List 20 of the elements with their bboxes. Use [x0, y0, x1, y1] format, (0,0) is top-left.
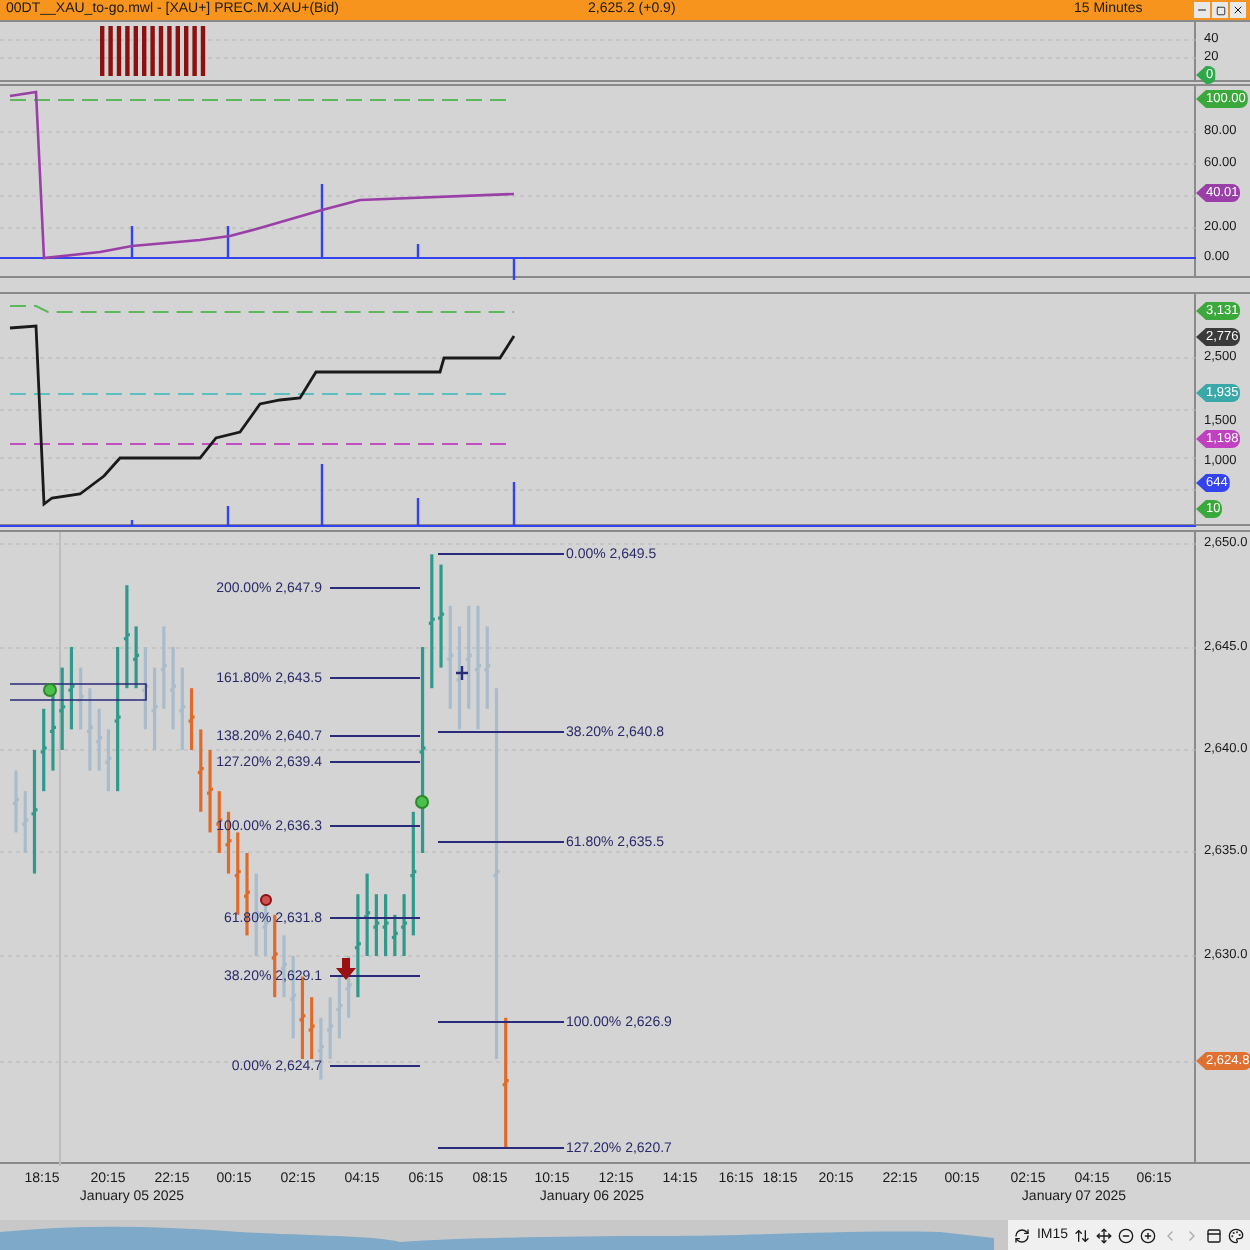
signal-dot-icon — [415, 795, 429, 809]
minimize-button[interactable] — [1194, 2, 1210, 18]
cross-icon — [454, 664, 470, 682]
restore-icon — [1215, 5, 1225, 15]
panel-icon[interactable] — [1206, 1227, 1222, 1243]
vertical-scale-icon[interactable] — [1074, 1227, 1090, 1243]
restore-button[interactable] — [1212, 2, 1228, 18]
signal-dot-icon — [43, 683, 57, 697]
refresh-icon[interactable] — [1014, 1227, 1031, 1243]
minimize-icon — [1196, 4, 1208, 16]
signal-dot-icon — [260, 894, 272, 906]
histogram-bars-drawing — [100, 26, 206, 76]
range-box-drawing — [9, 683, 147, 701]
close-button[interactable] — [1230, 2, 1246, 18]
zoom-in-icon[interactable] — [1140, 1227, 1156, 1243]
move-icon[interactable] — [1096, 1227, 1112, 1243]
zoom-out-icon[interactable] — [1118, 1227, 1134, 1243]
down-arrow-icon — [336, 958, 356, 980]
close-icon — [1232, 4, 1244, 16]
palette-icon[interactable] — [1228, 1227, 1244, 1243]
